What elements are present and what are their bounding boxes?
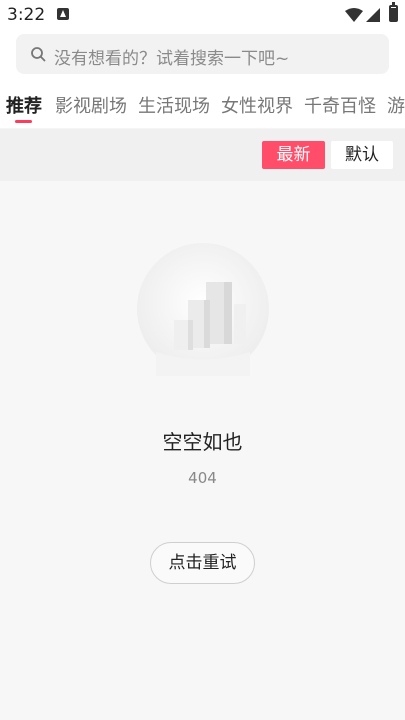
- tab-curious[interactable]: 千奇百怪: [304, 92, 376, 118]
- search-icon: [31, 47, 46, 62]
- sort-default-button[interactable]: 默认: [331, 141, 393, 169]
- tab-games[interactable]: 游: [387, 92, 405, 118]
- wifi-icon: [345, 8, 363, 22]
- sort-bar: 最新 默认: [0, 129, 405, 181]
- app-screen: 3:22 没有想看的？试着搜索一下吧~ 推荐 影视剧场 生活现场 女性视界 千奇…: [0, 0, 405, 720]
- empty-title: 空空如也: [162, 430, 243, 454]
- search-placeholder: 没有想看的？试着搜索一下吧~: [54, 49, 290, 69]
- tab-film-theater[interactable]: 影视剧场: [55, 92, 127, 118]
- active-tab-indicator: [15, 120, 32, 123]
- signal-icon: [366, 8, 380, 22]
- search-bar[interactable]: 没有想看的？试着搜索一下吧~: [16, 34, 389, 74]
- empty-city-illustration: [137, 243, 269, 376]
- retry-button[interactable]: 点击重试: [150, 542, 255, 584]
- tab-life-scene[interactable]: 生活现场: [138, 92, 210, 118]
- error-code: 404: [188, 469, 217, 487]
- status-bar: 3:22: [0, 0, 405, 32]
- notification-icon: [57, 8, 69, 20]
- battery-icon: [389, 2, 398, 22]
- sort-latest-button[interactable]: 最新: [262, 141, 325, 169]
- header-area: 3:22 没有想看的？试着搜索一下吧~ 推荐 影视剧场 生活现场 女性视界 千奇…: [0, 0, 405, 128]
- empty-state: 空空如也 404 点击重试: [0, 181, 405, 720]
- status-time: 3:22: [7, 5, 46, 25]
- tab-female-view[interactable]: 女性视界: [221, 92, 293, 118]
- tab-recommend[interactable]: 推荐: [6, 92, 42, 118]
- category-tabs: 推荐 影视剧场 生活现场 女性视界 千奇百怪 游: [0, 90, 405, 128]
